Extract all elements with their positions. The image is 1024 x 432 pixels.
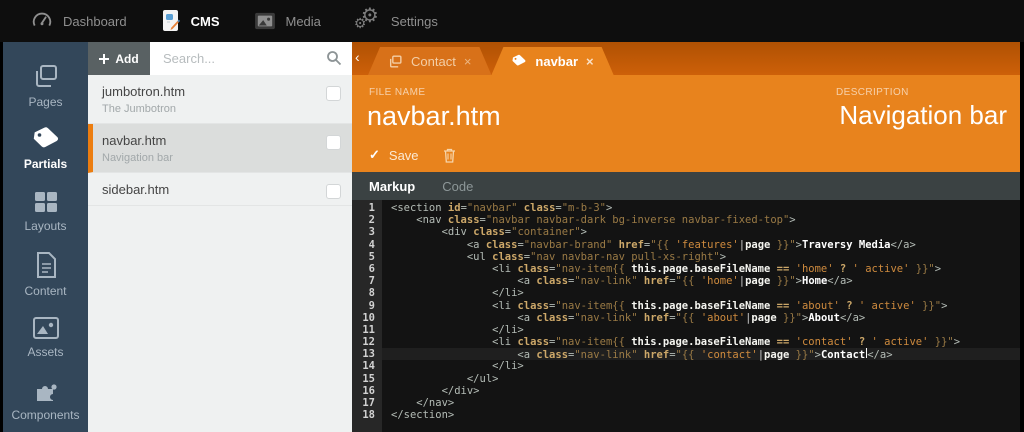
code-line[interactable]: 11 </li> xyxy=(352,324,1020,336)
file-subtitle: The Jumbotron xyxy=(102,103,338,115)
code-line[interactable]: 10 <a class="nav-link" href="{{ 'about'|… xyxy=(352,312,1020,324)
sidebar-item-partials[interactable]: Partials xyxy=(3,117,88,180)
description-input[interactable]: Navigation bar xyxy=(839,100,1007,131)
file-checkbox[interactable] xyxy=(326,184,341,199)
sidebar-item-layouts[interactable]: Layouts xyxy=(3,180,88,243)
document-icon xyxy=(34,251,58,279)
description-label: DESCRIPTION xyxy=(836,87,909,98)
file-title: navbar.htm xyxy=(102,133,338,148)
file-subtitle: Navigation bar xyxy=(102,152,338,164)
sidebar-item-label: Layouts xyxy=(24,219,66,233)
code-line[interactable]: 15 </ul> xyxy=(352,373,1020,385)
file-name-input[interactable]: navbar.htm xyxy=(367,101,501,132)
code-line[interactable]: 4 <a class="navbar-brand" href="{{ 'feat… xyxy=(352,239,1020,251)
save-button-label: Save xyxy=(389,148,419,163)
code-line[interactable]: 1<section id="navbar" class="m-b-3"> xyxy=(352,202,1020,214)
menu-item-settings[interactable]: ⚙ ⚙ Settings xyxy=(338,0,455,42)
editor-pane: ‹ Contact × navbar xyxy=(352,42,1020,432)
delete-button[interactable] xyxy=(443,148,456,163)
partial-header: FILE NAME navbar.htm DESCRIPTION Navigat… xyxy=(352,75,1020,172)
menu-item-label: Dashboard xyxy=(63,14,127,29)
tab-contact[interactable]: Contact × xyxy=(368,47,491,75)
cms-icon xyxy=(161,9,181,33)
file-list-toolbar: Add xyxy=(88,42,352,75)
media-icon xyxy=(254,12,276,30)
sidebar-item-label: Partials xyxy=(24,157,67,171)
trash-icon xyxy=(443,148,456,163)
tag-icon xyxy=(511,54,527,68)
code-line[interactable]: 18</section> xyxy=(352,409,1020,421)
file-checkbox[interactable] xyxy=(326,86,341,101)
sidebar-item-components[interactable]: Components xyxy=(3,369,88,432)
sidebar-item-label: Content xyxy=(24,284,66,298)
file-item-jumbotron[interactable]: jumbotron.htm The Jumbotron xyxy=(88,75,352,124)
settings-icon: ⚙ ⚙ xyxy=(355,8,381,34)
tab-markup[interactable]: Markup xyxy=(369,179,415,194)
menu-item-label: Media xyxy=(286,14,321,29)
code-line[interactable]: 5 <ul class="nav navbar-nav pull-xs-righ… xyxy=(352,251,1020,263)
file-item-sidebar[interactable]: sidebar.htm xyxy=(88,173,352,206)
grid-icon xyxy=(33,190,59,214)
code-line[interactable]: 7 <a class="nav-link" href="{{ 'home'|pa… xyxy=(352,275,1020,287)
check-icon: ✓ xyxy=(369,147,380,163)
menu-item-label: CMS xyxy=(191,14,220,29)
menu-item-label: Settings xyxy=(391,14,438,29)
cms-sidebar: Pages Partials Layouts xyxy=(3,42,88,432)
add-button[interactable]: Add xyxy=(88,42,150,75)
tab-label: navbar xyxy=(535,54,578,69)
search-box xyxy=(150,42,352,75)
code-line[interactable]: 16 </div> xyxy=(352,385,1020,397)
puzzle-icon xyxy=(33,379,59,403)
open-files-tabstrip: ‹ Contact × navbar xyxy=(352,42,1020,75)
sidebar-item-pages[interactable]: Pages xyxy=(3,54,88,117)
tab-navbar[interactable]: navbar × xyxy=(491,47,613,75)
code-line[interactable]: 9 <li class="nav-item{{ this.page.baseFi… xyxy=(352,300,1020,312)
image-icon xyxy=(32,316,60,340)
code-lines: 1<section id="navbar" class="m-b-3">2 <n… xyxy=(352,200,1020,421)
code-line[interactable]: 17 </nav> xyxy=(352,397,1020,409)
header-actions: ✓ Save xyxy=(369,147,456,163)
sidebar-item-label: Assets xyxy=(27,345,63,359)
menu-item-dashboard[interactable]: Dashboard xyxy=(14,0,144,42)
tab-code[interactable]: Code xyxy=(442,179,473,194)
code-line[interactable]: 2 <nav class="navbar navbar-dark bg-inve… xyxy=(352,214,1020,226)
tag-icon xyxy=(31,126,61,152)
pages-icon xyxy=(388,54,403,69)
file-item-navbar[interactable]: navbar.htm Navigation bar xyxy=(88,124,352,173)
sidebar-item-content[interactable]: Content xyxy=(3,243,88,306)
file-title: sidebar.htm xyxy=(102,182,338,197)
code-line[interactable]: 6 <li class="nav-item{{ this.page.baseFi… xyxy=(352,263,1020,275)
plus-icon xyxy=(99,54,109,64)
main-menu-bar: Dashboard CMS xyxy=(0,0,1024,42)
sidebar-item-label: Pages xyxy=(28,95,62,109)
file-checkbox[interactable] xyxy=(326,135,341,150)
save-button[interactable]: ✓ Save xyxy=(369,147,419,163)
partials-file-list: Add jumbotron.htm The Jumbotron navbar.h… xyxy=(88,42,352,432)
code-line[interactable]: 12 <li class="nav-item{{ this.page.baseF… xyxy=(352,336,1020,348)
tab-label: Contact xyxy=(411,54,456,69)
code-editor[interactable]: 1<section id="navbar" class="m-b-3">2 <n… xyxy=(352,200,1020,432)
tab-scroll-left-icon[interactable]: ‹ xyxy=(355,49,360,65)
search-icon xyxy=(326,50,342,71)
sidebar-item-assets[interactable]: Assets xyxy=(3,306,88,369)
code-line[interactable]: 8 </li> xyxy=(352,287,1020,299)
close-icon[interactable]: × xyxy=(464,54,472,69)
search-input[interactable] xyxy=(150,42,352,75)
menu-item-cms[interactable]: CMS xyxy=(144,0,237,42)
add-button-label: Add xyxy=(115,52,138,66)
code-line[interactable]: 3 <div class="container"> xyxy=(352,226,1020,238)
dashboard-icon xyxy=(31,10,53,32)
file-title: jumbotron.htm xyxy=(102,84,338,99)
sidebar-item-label: Components xyxy=(11,408,79,422)
menu-item-media[interactable]: Media xyxy=(237,0,338,42)
pages-icon xyxy=(32,62,60,90)
code-line[interactable]: 14 </li> xyxy=(352,360,1020,372)
editor-mode-tabs: Markup Code xyxy=(352,172,1020,200)
file-name-label: FILE NAME xyxy=(369,87,425,98)
close-icon[interactable]: × xyxy=(586,54,594,69)
code-line[interactable]: 13 <a class="nav-link" href="{{ 'contact… xyxy=(352,348,1020,360)
october-cms-window: Dashboard CMS xyxy=(0,0,1024,432)
